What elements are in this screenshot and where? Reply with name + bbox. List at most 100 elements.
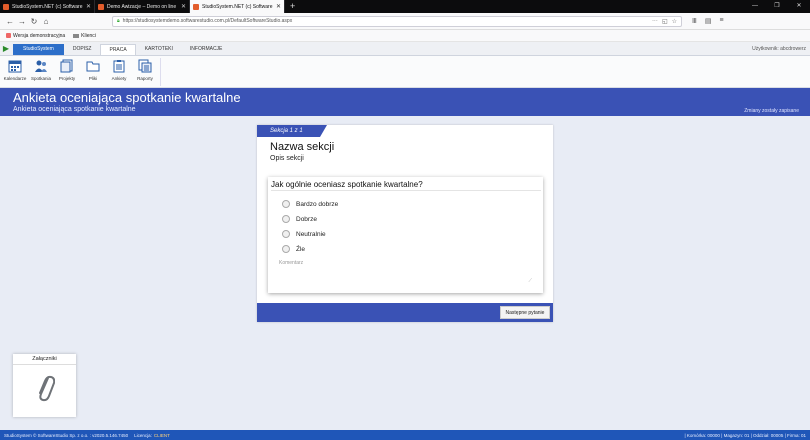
browser-tab-title: StudioSystem.NET (c) Software: [202, 3, 273, 10]
bookmark-label: Klienci: [81, 32, 96, 39]
browser-nav-bar: ← → ↻ ⌂ 🔒︎ https://studiosystemdemo.soft…: [0, 13, 810, 30]
status-bar: StudioSystem © SoftwareStudio Sp. z o.o.…: [0, 430, 810, 440]
save-status: Zmiany zostały zapisane: [744, 108, 799, 114]
ribbon-tabs: ▶ StudioSystem DOPISZ PRACA KARTOTEKI IN…: [0, 42, 810, 56]
answer-label: Neutralnie: [296, 230, 326, 238]
menu-icon[interactable]: ≡: [719, 17, 723, 25]
site-favicon-icon: [3, 3, 9, 10]
minimize-icon[interactable]: —: [744, 0, 766, 13]
forward-icon[interactable]: →: [16, 17, 28, 26]
resize-handle-icon[interactable]: ⟋: [528, 278, 532, 284]
bookmark-folder[interactable]: Klienci: [73, 33, 96, 39]
bookmark-star-icon[interactable]: ☆: [672, 18, 677, 25]
toolbar-divider: [160, 58, 161, 86]
reports-icon: [138, 59, 152, 73]
answer-label: Dobrze: [296, 215, 317, 223]
page-title: Ankieta oceniająca spotkanie kwartalne: [13, 90, 241, 105]
pocket-icon[interactable]: ◱: [662, 18, 668, 25]
maximize-icon[interactable]: ❐: [766, 0, 788, 13]
survey-card: Sekcja 1 z 1 Nazwa sekcji Opis sekcji Ja…: [257, 125, 553, 322]
tool-ankiety[interactable]: Ankiety: [106, 56, 132, 87]
section-title: Nazwa sekcji: [270, 141, 335, 153]
next-question-button[interactable]: Następne pytanie: [500, 306, 550, 319]
radio-button[interactable]: [282, 215, 290, 223]
site-favicon-icon: [98, 3, 104, 10]
tool-kalendarze[interactable]: Kalendarze: [2, 56, 28, 87]
answer-option[interactable]: Bardzo dobrze: [282, 200, 338, 208]
bookmark-label: Wersja demonstracyjna: [13, 32, 66, 39]
answer-label: Bardzo dobrze: [296, 200, 339, 208]
tool-label: Kalendarze: [3, 76, 27, 81]
status-context: | Komórka: 00000 | Magazyn: 01 | Oddział…: [684, 432, 807, 438]
close-icon[interactable]: ✕: [181, 3, 186, 10]
license-label: Licencja:: [134, 432, 152, 438]
radio-button[interactable]: [282, 230, 290, 238]
browser-tab-2[interactable]: Demo Awizacje – Demo on line ✕: [95, 0, 190, 13]
tool-pliki[interactable]: Pliki: [80, 56, 106, 87]
section-counter: Sekcja 1 z 1: [257, 125, 327, 137]
browser-right-icons: Ⅲ ▤ ≡: [692, 17, 724, 25]
tool-label: Raporty: [137, 76, 153, 81]
comment-placeholder: Komentarz: [279, 260, 304, 266]
site-favicon-icon: [193, 3, 199, 10]
projects-icon: [60, 59, 73, 73]
tab-kartoteki[interactable]: KARTOTEKI: [137, 44, 181, 55]
lock-icon: 🔒︎: [117, 18, 120, 24]
answer-option[interactable]: Źle: [282, 245, 305, 253]
tool-label: Projekty: [58, 76, 76, 81]
library-icon[interactable]: Ⅲ: [692, 17, 697, 25]
reload-icon[interactable]: ↻: [28, 17, 40, 26]
card-footer: Następne pytanie: [257, 303, 553, 322]
new-tab-button[interactable]: +: [285, 0, 300, 13]
answer-label: Źle: [296, 245, 306, 253]
tool-projekty[interactable]: Projekty: [54, 56, 80, 87]
survey-icon: [113, 60, 125, 73]
answer-option[interactable]: Dobrze: [282, 215, 317, 223]
sidebar-icon[interactable]: ▤: [705, 17, 712, 25]
bookmarks-bar: Wersja demonstracyjna Klienci: [0, 30, 810, 42]
bookmark-item[interactable]: Wersja demonstracyjna: [6, 33, 65, 39]
close-icon[interactable]: ✕: [86, 3, 91, 10]
play-icon[interactable]: ▶: [0, 43, 12, 55]
browser-tab-3[interactable]: StudioSystem.NET (c) Software ✕: [190, 0, 285, 13]
people-icon: [35, 60, 47, 72]
page-banner: Ankieta oceniająca spotkanie kwartalne A…: [0, 88, 810, 116]
tab-praca[interactable]: PRACA: [100, 44, 136, 55]
folder-icon: [86, 61, 100, 72]
browser-tab-title: StudioSystem.NET (c) Software: [12, 3, 83, 10]
tab-informacje[interactable]: INFORMACJE: [182, 44, 231, 55]
tool-label: Pliki: [88, 76, 98, 81]
radio-button[interactable]: [282, 200, 290, 208]
tab-dopisz[interactable]: DOPISZ: [65, 44, 100, 55]
browser-tab-1[interactable]: StudioSystem.NET (c) Software ✕: [0, 0, 95, 13]
tab-studiosystem[interactable]: StudioSystem: [13, 44, 64, 55]
folder-icon: [73, 33, 80, 38]
browser-tab-title: Demo Awizacje – Demo on line: [107, 3, 177, 10]
ribbon-toolbar: Kalendarze Spotkania Projekty Pliki Anki…: [0, 56, 810, 88]
more-icon[interactable]: ···: [652, 18, 658, 24]
address-text: https://studiosystemdemo.softwarestudio.…: [122, 18, 293, 24]
calendar-icon: [8, 60, 22, 73]
section-description: Opis sekcji: [270, 155, 304, 162]
answer-option[interactable]: Neutralnie: [282, 230, 326, 238]
close-icon[interactable]: ✕: [276, 3, 281, 10]
comment-textarea[interactable]: Komentarz ⟋: [279, 260, 532, 284]
tool-raporty[interactable]: Raporty: [132, 56, 158, 87]
license-value: CLIENT: [153, 432, 170, 438]
browser-tab-strip: StudioSystem.NET (c) Software ✕ Demo Awi…: [0, 0, 810, 13]
question-box: Jak ogólnie oceniasz spotkanie kwartalne…: [268, 177, 543, 293]
home-icon[interactable]: ⌂: [40, 17, 52, 26]
question-title: Jak ogólnie oceniasz spotkanie kwartalne…: [271, 179, 541, 191]
address-bar[interactable]: 🔒︎ https://studiosystemdemo.softwarestud…: [112, 15, 682, 27]
attachments-title: Załączniki: [13, 354, 76, 365]
paperclip-icon: [39, 375, 55, 402]
status-app-info: StudioSystem © SoftwareStudio Sp. z o.o.…: [4, 432, 129, 438]
radio-button[interactable]: [282, 245, 290, 253]
back-icon[interactable]: ←: [4, 17, 16, 26]
close-window-icon[interactable]: ✕: [788, 0, 810, 13]
attachments-panel[interactable]: Załączniki: [13, 354, 76, 417]
bookmark-favicon-icon: [6, 33, 11, 38]
window-controls: — ❐ ✕: [744, 0, 810, 13]
tool-label: Spotkania: [30, 76, 51, 81]
tool-spotkania[interactable]: Spotkania: [28, 56, 54, 87]
